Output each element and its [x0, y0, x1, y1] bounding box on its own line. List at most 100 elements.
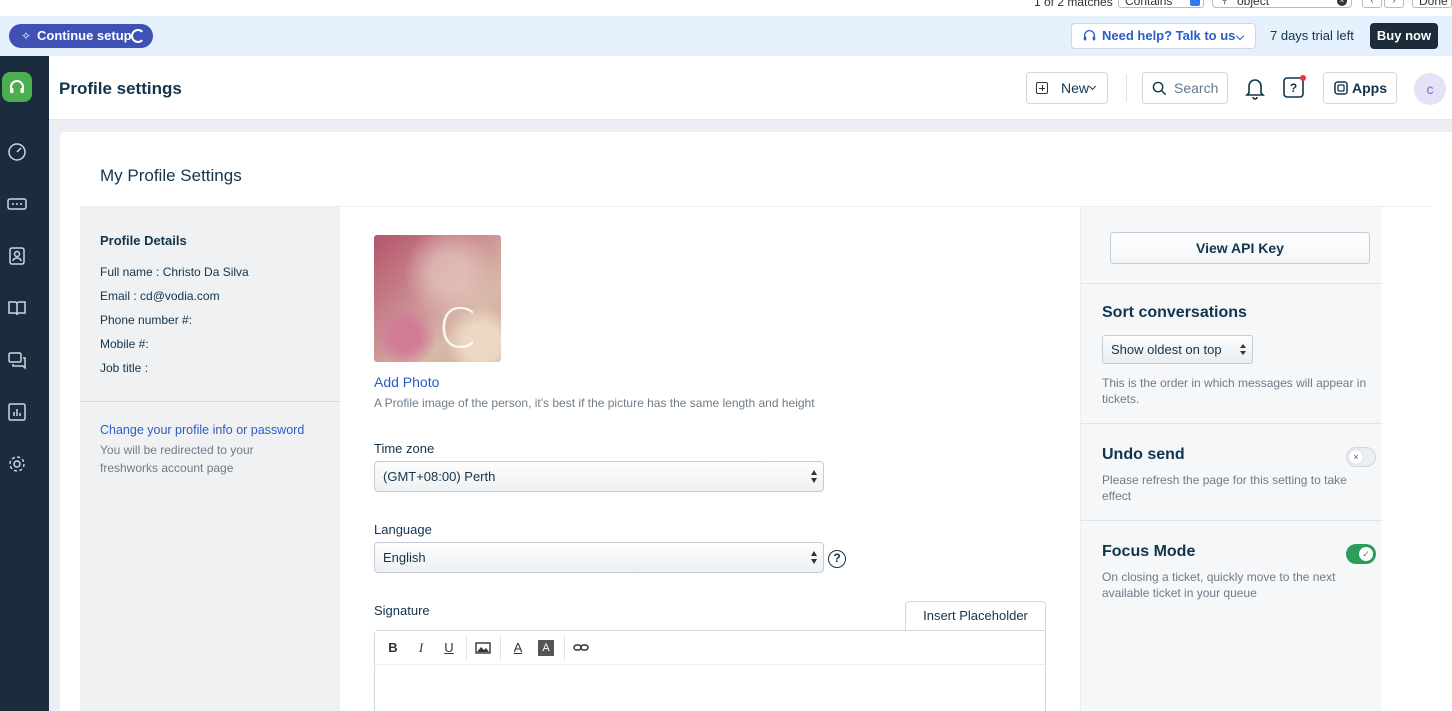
- divider: [1081, 423, 1382, 424]
- editor-toolbar: B I U A A: [375, 631, 1045, 665]
- add-photo-link[interactable]: Add Photo: [374, 374, 439, 390]
- new-label: New: [1061, 80, 1090, 96]
- divider: [1081, 520, 1382, 521]
- find-next-button[interactable]: ›: [1384, 0, 1404, 8]
- select-arrows-icon: [1240, 344, 1246, 356]
- magic-wand-icon: ✧: [21, 29, 32, 43]
- headset-icon: [1083, 30, 1096, 41]
- background-color-icon[interactable]: A: [538, 640, 554, 656]
- image-icon[interactable]: [475, 640, 491, 656]
- divider: [80, 401, 340, 402]
- page-title: Profile settings: [59, 79, 182, 98]
- clear-icon[interactable]: ×: [1337, 0, 1347, 6]
- email-row: Email : cd@vodia.com: [100, 289, 220, 303]
- profile-details-title: Profile Details: [100, 233, 187, 248]
- new-button[interactable]: New: [1026, 72, 1108, 104]
- language-label: Language: [374, 522, 432, 537]
- avatar[interactable]: c: [1414, 73, 1446, 105]
- photo-initial: C: [438, 297, 476, 360]
- section-title: My Profile Settings: [100, 166, 242, 185]
- headset-logo-icon: [10, 80, 24, 93]
- italic-icon[interactable]: I: [413, 640, 429, 656]
- undo-send-toggle[interactable]: ×: [1346, 447, 1376, 467]
- select-arrows-icon: [811, 470, 817, 484]
- sort-conversations-select[interactable]: Show oldest on top: [1102, 335, 1253, 364]
- app-logo[interactable]: [2, 72, 32, 102]
- view-api-key-button[interactable]: View API Key: [1110, 232, 1370, 264]
- search-placeholder: Search: [1174, 80, 1219, 96]
- conversations-icon[interactable]: [6, 349, 28, 371]
- undo-send-note: Please refresh the page for this setting…: [1102, 473, 1347, 503]
- search-button[interactable]: Search: [1142, 72, 1228, 104]
- bell-icon[interactable]: [1244, 76, 1266, 100]
- insert-placeholder-button[interactable]: Insert Placeholder: [905, 601, 1046, 631]
- find-previous-button[interactable]: ‹: [1362, 0, 1382, 8]
- timezone-select[interactable]: (GMT+08:00) Perth: [374, 461, 824, 492]
- select-arrows-icon: [811, 551, 817, 565]
- apps-button[interactable]: Apps: [1323, 72, 1397, 104]
- signature-editor[interactable]: B I U A A: [374, 630, 1046, 711]
- photo-help-text: A Profile image of the person, it's best…: [374, 396, 815, 410]
- profile-details-panel: Profile Details Full name : Christo Da S…: [80, 207, 340, 711]
- profile-photo[interactable]: C: [374, 235, 501, 362]
- toolbar-divider: [466, 635, 467, 661]
- find-bar: 1 of 2 matches Contains ⚲ object × ‹ › Don…: [0, 0, 1452, 16]
- underline-icon[interactable]: U: [441, 640, 457, 656]
- setup-banner: ✧ Continue setup Need help? Talk to us 7…: [0, 16, 1452, 56]
- search-icon: ⚲: [1221, 0, 1229, 6]
- apps-label: Apps: [1352, 80, 1387, 96]
- question-circle-icon[interactable]: ?: [828, 550, 846, 568]
- continue-setup-button[interactable]: ✧ Continue setup: [9, 24, 153, 48]
- trial-status: 7 days trial left: [1270, 28, 1354, 43]
- sort-conversations-title: Sort conversations: [1102, 304, 1247, 321]
- full-name-row: Full name : Christo Da Silva: [100, 265, 249, 279]
- timezone-label: Time zone: [374, 441, 435, 456]
- svg-text:?: ?: [1290, 81, 1297, 95]
- phone-row: Phone number #:: [100, 313, 192, 327]
- continue-setup-label: Continue setup: [37, 28, 132, 43]
- plus-icon: [1036, 82, 1048, 94]
- language-select[interactable]: English: [374, 542, 824, 573]
- focus-mode-note: On closing a ticket, quickly move to the…: [1102, 570, 1336, 600]
- help-icon[interactable]: ?: [1282, 75, 1306, 99]
- dashboard-icon[interactable]: [6, 141, 28, 163]
- find-input[interactable]: ⚲ object ×: [1212, 0, 1352, 8]
- field-value: cd@vodia.com: [140, 289, 220, 303]
- timezone-value: (GMT+08:00) Perth: [383, 469, 496, 484]
- chevron-down-icon: [1235, 31, 1245, 41]
- divider: [1081, 283, 1382, 284]
- contacts-icon[interactable]: [6, 245, 28, 267]
- font-color-icon[interactable]: A: [510, 640, 526, 656]
- settings-icon[interactable]: [6, 453, 28, 475]
- search-icon: [1152, 81, 1167, 96]
- job-title-row: Job title :: [100, 361, 148, 375]
- toolbar-divider: [564, 635, 565, 661]
- knowledge-base-icon[interactable]: [6, 297, 28, 319]
- field-value: Christo Da Silva: [162, 265, 249, 279]
- undo-send-title: Undo send: [1102, 446, 1185, 463]
- find-mode-select[interactable]: Contains: [1118, 0, 1204, 8]
- signature-label: Signature: [374, 603, 430, 618]
- preferences-panel: View API Key Sort conversations Show old…: [1080, 207, 1382, 711]
- help-dropdown-button[interactable]: Need help? Talk to us: [1071, 23, 1256, 49]
- top-header: Profile settings New Search ? Apps c: [49, 56, 1452, 120]
- link-icon[interactable]: [573, 640, 589, 656]
- bold-icon[interactable]: B: [385, 640, 401, 656]
- reports-icon[interactable]: [6, 401, 28, 423]
- find-done-button[interactable]: Done: [1412, 0, 1452, 8]
- change-profile-link[interactable]: Change your profile info or password: [100, 423, 304, 437]
- focus-mode-title: Focus Mode: [1102, 543, 1196, 560]
- field-label: Full name :: [100, 265, 160, 279]
- toolbar-divider: [500, 635, 501, 661]
- language-value: English: [383, 550, 426, 565]
- field-label: Job title :: [100, 361, 149, 375]
- focus-mode-toggle[interactable]: ✓: [1346, 544, 1376, 564]
- find-match-count: 1 of 2 matches: [1034, 0, 1113, 9]
- apps-icon: [1334, 81, 1348, 95]
- field-label: Email :: [100, 289, 137, 303]
- field-label: Mobile #:: [100, 337, 149, 351]
- field-label: Phone number #:: [100, 313, 193, 327]
- chevron-down-icon: [1088, 82, 1097, 91]
- tickets-icon[interactable]: [6, 193, 28, 215]
- buy-now-button[interactable]: Buy now: [1370, 23, 1438, 49]
